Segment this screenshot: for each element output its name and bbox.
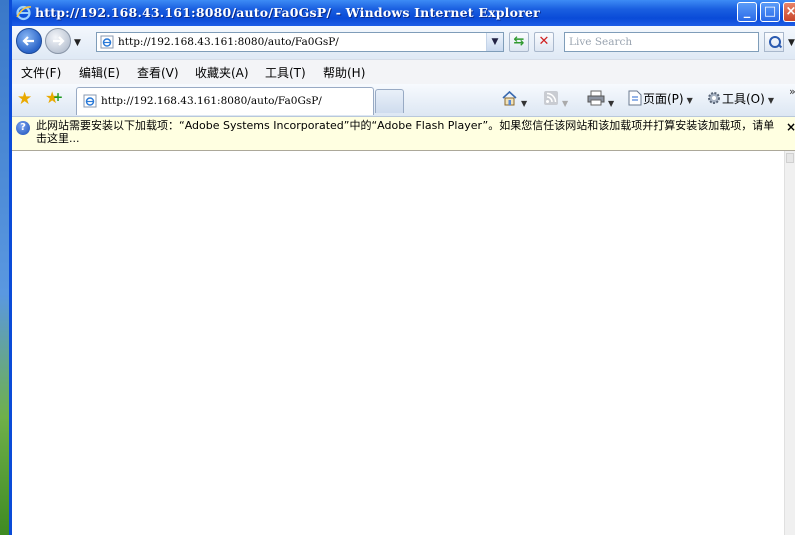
home-button[interactable]: ▼ (501, 90, 527, 109)
page-menu-button[interactable]: 页面(P) ▼ (627, 90, 693, 107)
page-menu-label: 页面(P) (643, 92, 684, 106)
print-icon (587, 90, 605, 106)
new-tab-button[interactable] (375, 89, 404, 113)
page-content-area[interactable] (12, 151, 785, 535)
menu-help[interactable]: 帮助(H) (323, 64, 365, 81)
home-icon (502, 90, 517, 106)
tools-menu-label: 工具(O) (722, 92, 765, 106)
search-button[interactable] (764, 32, 784, 52)
refresh-icon: ⇆ (513, 34, 525, 49)
more-commands-chevron-icon[interactable]: » (789, 85, 795, 98)
favorites-star-icon[interactable]: ★ (17, 90, 32, 108)
recent-pages-dropdown[interactable]: ▼ (74, 38, 81, 48)
scroll-up-button[interactable] (786, 153, 794, 163)
tab-label: http://192.168.43.161:8080/auto/Fa0GsP/ (101, 95, 322, 107)
maximize-button[interactable]: □ (760, 2, 780, 22)
ie-logo-icon (16, 5, 32, 21)
feeds-button[interactable]: ▼ (543, 90, 568, 109)
forward-arrow-icon (53, 36, 65, 46)
stop-icon: ✕ (538, 34, 550, 49)
refresh-button[interactable]: ⇆ (509, 32, 529, 52)
search-placeholder: Live Search (569, 36, 633, 48)
title-bar[interactable]: http://192.168.43.161:8080/auto/Fa0GsP/ … (12, 0, 795, 26)
menu-edit[interactable]: 编辑(E) (79, 64, 120, 81)
add-favorites-icon[interactable]: ★ + (45, 89, 63, 107)
menu-file[interactable]: 文件(F) (21, 64, 61, 81)
gear-icon (708, 92, 720, 104)
page-ie-icon (100, 35, 114, 49)
close-button[interactable]: × (783, 2, 795, 22)
back-arrow-icon (22, 36, 34, 46)
information-bar-close-button[interactable]: × (786, 120, 795, 134)
address-url[interactable]: http://192.168.43.161:8080/auto/Fa0GsP/ (118, 36, 339, 48)
menu-bar: 文件(F) 编辑(E) 查看(V) 收藏夹(A) 工具(T) 帮助(H) (12, 59, 795, 85)
tab-bar: ★ ★ + http://192.168.43.161:8080/auto/Fa0… (12, 84, 795, 117)
search-options-dropdown[interactable]: ▼ (788, 38, 795, 48)
window-title: http://192.168.43.161:8080/auto/Fa0GsP/ … (35, 5, 540, 20)
information-bar[interactable]: ? 此网站需要安装以下加载项：“Adobe Systems Incorporat… (12, 117, 795, 151)
menu-tools[interactable]: 工具(T) (265, 64, 306, 81)
feeds-icon (544, 91, 558, 105)
minimize-button[interactable]: _ (737, 2, 757, 22)
ie-window: http://192.168.43.161:8080/auto/Fa0GsP/ … (9, 0, 795, 535)
tab-current[interactable]: http://192.168.43.161:8080/auto/Fa0GsP/ (76, 87, 374, 115)
address-bar[interactable]: http://192.168.43.161:8080/auto/Fa0GsP/ … (96, 32, 504, 52)
page-icon (628, 90, 642, 106)
menu-view[interactable]: 查看(V) (137, 64, 179, 81)
information-bar-message[interactable]: 此网站需要安装以下加载项：“Adobe Systems Incorporated… (36, 119, 776, 145)
stop-button[interactable]: ✕ (534, 32, 554, 52)
vertical-scrollbar[interactable] (784, 151, 795, 535)
search-input[interactable]: Live Search (564, 32, 759, 52)
forward-button[interactable] (45, 28, 71, 54)
info-icon: ? (16, 121, 30, 135)
page-ie-icon (83, 94, 97, 108)
menu-favorites[interactable]: 收藏夹(A) (195, 64, 249, 81)
back-button[interactable] (16, 28, 42, 54)
tools-menu-button[interactable]: 工具(O) ▼ (706, 90, 774, 107)
print-button[interactable]: ▼ (587, 90, 614, 109)
navigation-bar: ▼ http://192.168.43.161:8080/auto/Fa0GsP… (12, 26, 795, 59)
address-dropdown-button[interactable]: ▼ (486, 33, 503, 51)
